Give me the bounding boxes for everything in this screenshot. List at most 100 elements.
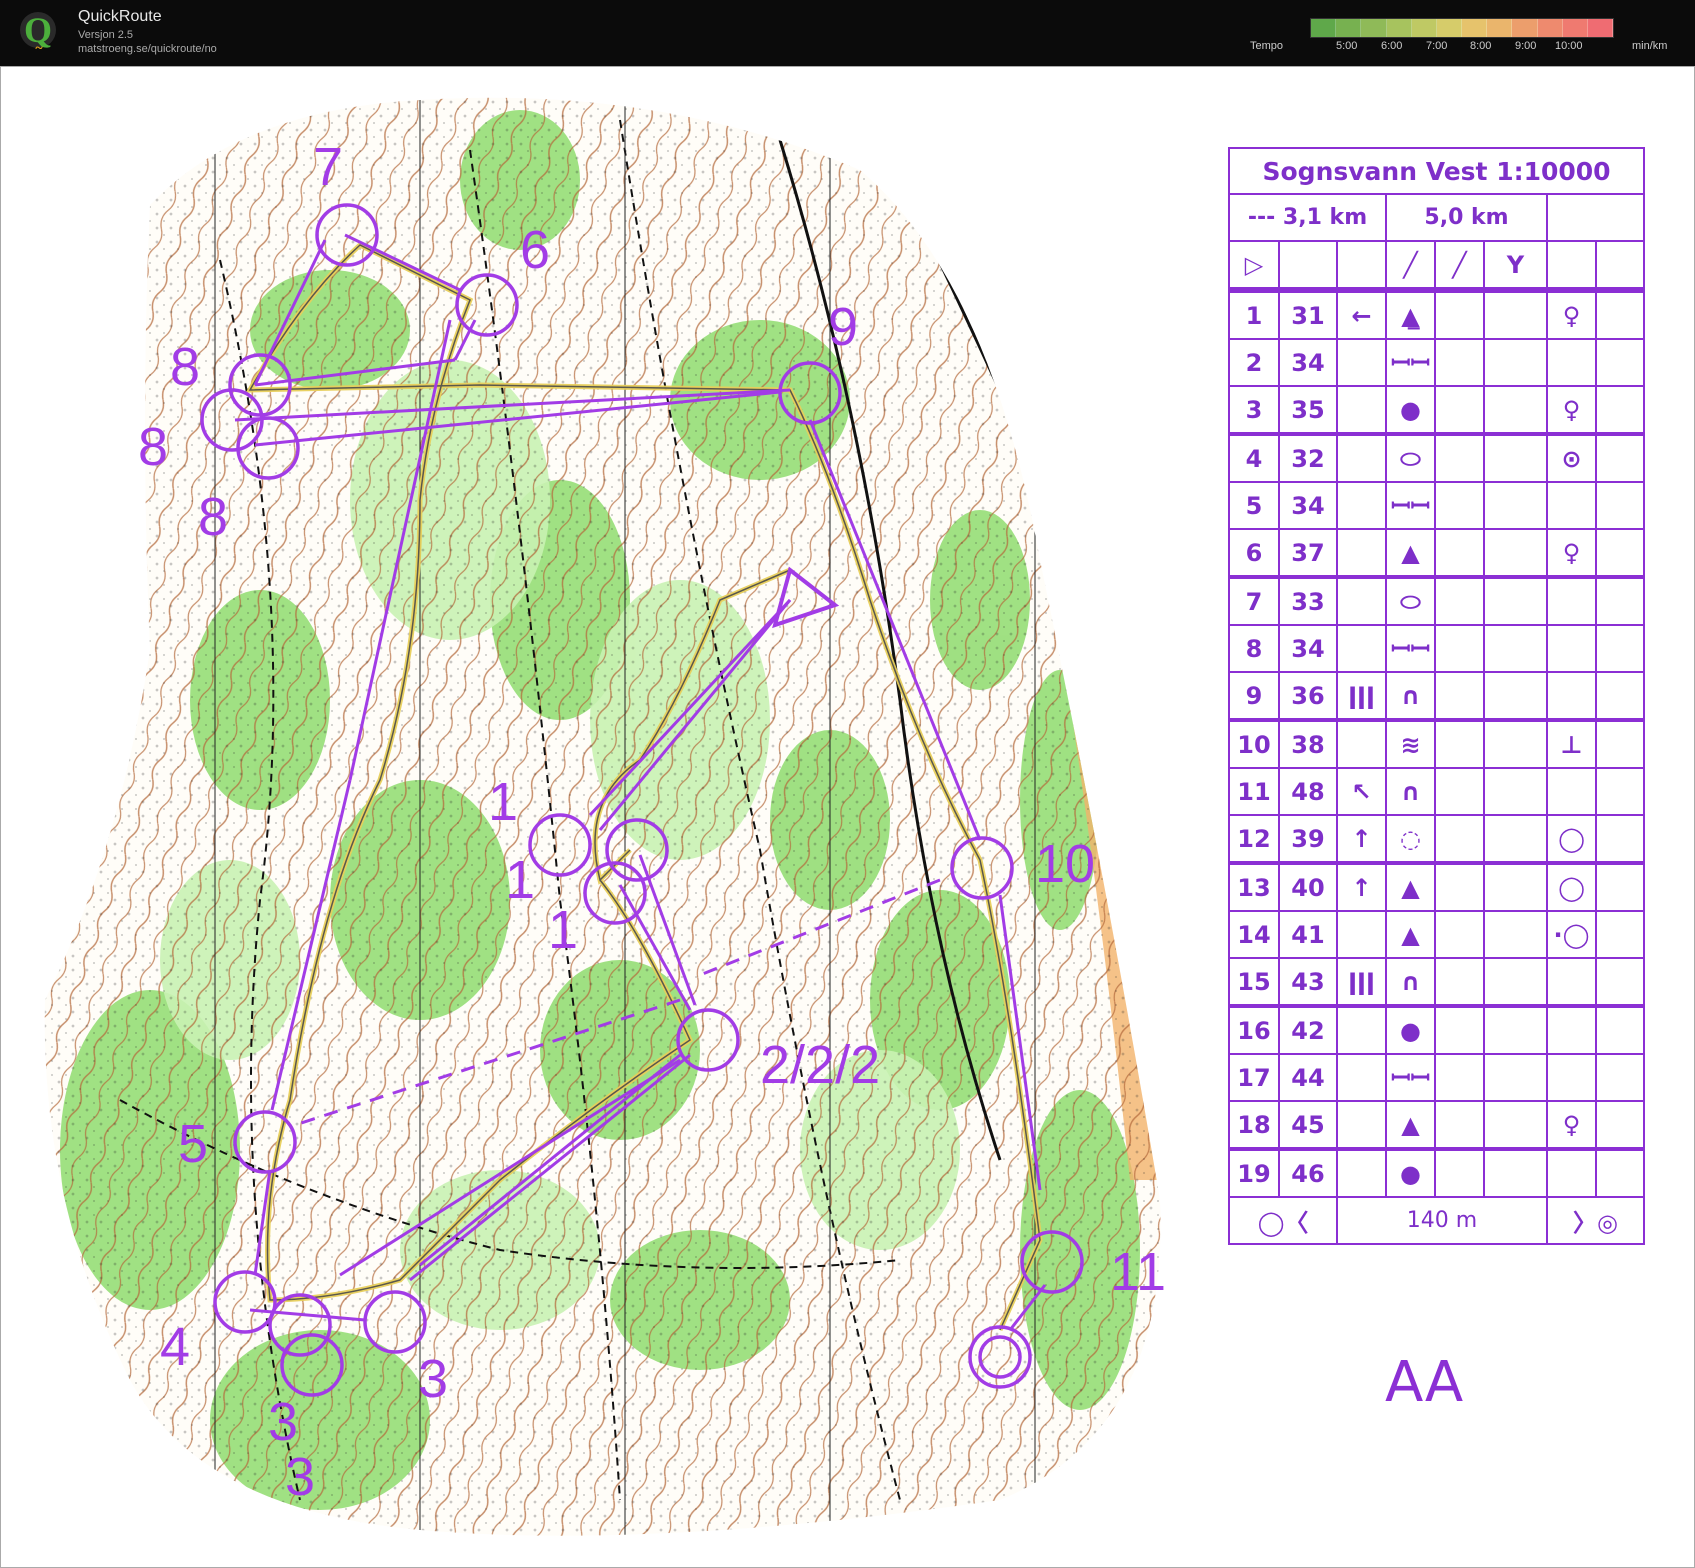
control-number: 6 xyxy=(520,220,550,280)
app-version: Versjon 2.5 xyxy=(78,29,134,41)
appearance-symbol xyxy=(1546,1053,1597,1102)
tempo-color-cell xyxy=(1462,19,1488,37)
control-seq: 5 xyxy=(1228,481,1280,530)
control-number: 1 xyxy=(505,850,535,910)
control-code: 48 xyxy=(1278,767,1338,816)
control-code: 33 xyxy=(1278,576,1338,626)
control-seq: 3 xyxy=(1228,385,1280,436)
junction-icon: Y xyxy=(1483,240,1548,291)
control-seq: 14 xyxy=(1228,910,1280,959)
control-row: 19 46 ● xyxy=(1228,1148,1645,1198)
control-seq: 11 xyxy=(1228,767,1280,816)
course-length-dashed: --- 3,1 km xyxy=(1228,193,1387,242)
control-number: 7 xyxy=(313,137,343,197)
control-number: 8 xyxy=(170,337,200,397)
appearance-symbol: ⊙ xyxy=(1546,433,1597,483)
control-code: 46 xyxy=(1278,1148,1338,1198)
control-code: 32 xyxy=(1278,433,1338,483)
direction-symbol xyxy=(1336,528,1387,579)
direction-symbol: ↖ xyxy=(1336,767,1387,816)
feature-symbol: ꟷꟷ xyxy=(1385,338,1436,387)
control-code: 34 xyxy=(1278,338,1338,387)
appearance-symbol xyxy=(1546,957,1597,1008)
tempo-color-scale xyxy=(1310,18,1614,38)
start-triangle-icon: ▷ xyxy=(1228,240,1280,291)
control-number: 3 xyxy=(418,1349,448,1409)
tempo-color-cell xyxy=(1411,19,1437,37)
control-seq: 6 xyxy=(1228,528,1280,579)
control-row: 2 34 ꟷꟷ xyxy=(1228,338,1645,387)
tempo-label: Tempo xyxy=(1250,40,1284,52)
control-number: 4 xyxy=(160,1317,190,1377)
control-code: 36 xyxy=(1278,671,1338,722)
appearance-symbol: ◯ xyxy=(1546,814,1597,865)
tempo-tick: 10:00 xyxy=(1555,40,1583,52)
feature-symbol: ∩ xyxy=(1385,767,1436,816)
direction-symbol xyxy=(1336,1100,1387,1151)
control-row: 4 32 ⬭ ⊙ xyxy=(1228,433,1645,483)
feature-symbol: ◌ xyxy=(1385,814,1436,865)
class-label: AA xyxy=(1385,1350,1464,1415)
feature-symbol: ꟷꟷ xyxy=(1385,481,1436,530)
control-code: 39 xyxy=(1278,814,1338,865)
appearance-symbol xyxy=(1546,481,1597,530)
control-code: 34 xyxy=(1278,481,1338,530)
control-number: 8 xyxy=(198,487,228,547)
control-seq: 19 xyxy=(1228,1148,1280,1198)
control-number: 1 xyxy=(488,772,518,832)
feature-symbol: ● xyxy=(1385,1148,1436,1198)
direction-symbol: ↑ xyxy=(1336,862,1387,912)
control-code: 41 xyxy=(1278,910,1338,959)
control-row: 16 42 ● xyxy=(1228,1005,1645,1055)
appearance-symbol xyxy=(1546,338,1597,387)
appearance-symbol xyxy=(1546,767,1597,816)
control-row: 6 37 ▲ ♀ xyxy=(1228,528,1645,579)
finish-distance: 140 m xyxy=(1336,1196,1548,1245)
control-seq: 10 xyxy=(1228,719,1280,769)
finish-arrow-icon: ◯〈 xyxy=(1228,1196,1338,1245)
direction-symbol: ← xyxy=(1336,291,1387,340)
appearance-symbol: ♀ xyxy=(1546,1100,1597,1151)
app-url[interactable]: matstroeng.se/quickroute/no xyxy=(78,43,217,55)
direction-symbol xyxy=(1336,1148,1387,1198)
control-row: 13 40 ↑ ▲ ◯ xyxy=(1228,862,1645,912)
control-code: 43 xyxy=(1278,957,1338,1008)
direction-symbol xyxy=(1336,385,1387,436)
control-seq: 4 xyxy=(1228,433,1280,483)
control-seq: 18 xyxy=(1228,1100,1280,1151)
direction-symbol xyxy=(1336,624,1387,673)
feature-symbol: ⬭ xyxy=(1385,576,1436,626)
app-title: QuickRoute xyxy=(78,8,162,25)
appearance-symbol xyxy=(1546,624,1597,673)
feature-symbol: ▲̲ xyxy=(1385,291,1436,340)
direction-symbol xyxy=(1336,719,1387,769)
control-row: 8 34 ꟷꟷ xyxy=(1228,624,1645,673)
control-number: 8 xyxy=(138,417,168,477)
control-number: 10 xyxy=(1035,834,1095,894)
direction-symbol xyxy=(1336,1005,1387,1055)
control-row: 9 36 ǀǀǀ ∩ xyxy=(1228,671,1645,722)
feature-symbol: ▲ xyxy=(1385,910,1436,959)
appearance-symbol xyxy=(1546,1005,1597,1055)
appearance-symbol: ♀ xyxy=(1546,528,1597,579)
control-seq: 1 xyxy=(1228,291,1280,340)
control-number: 5 xyxy=(178,1114,208,1174)
control-row: 5 34 ꟷꟷ xyxy=(1228,481,1645,530)
appearance-symbol: ◯ xyxy=(1546,862,1597,912)
control-code: 31 xyxy=(1278,291,1338,340)
control-number: 3 xyxy=(285,1447,315,1507)
tempo-tick: 6:00 xyxy=(1381,40,1403,52)
control-row: 14 41 ▲ ·◯ xyxy=(1228,910,1645,959)
control-row: 1 31 ← ▲̲ ♀ xyxy=(1228,291,1645,340)
appearance-symbol: ⊥ xyxy=(1546,719,1597,769)
direction-symbol xyxy=(1336,576,1387,626)
feature-symbol: ≋ xyxy=(1385,719,1436,769)
control-seq: 16 xyxy=(1228,1005,1280,1055)
control-seq: 17 xyxy=(1228,1053,1280,1102)
top-bar: Q ~ QuickRoute Versjon 2.5 matstroeng.se… xyxy=(0,0,1695,66)
direction-symbol xyxy=(1336,338,1387,387)
dashed-path-icon: ╱ xyxy=(1434,240,1485,291)
tempo-color-cell xyxy=(1487,19,1513,37)
tempo-color-cell xyxy=(1361,19,1387,37)
tempo-unit: min/km xyxy=(1632,40,1668,52)
